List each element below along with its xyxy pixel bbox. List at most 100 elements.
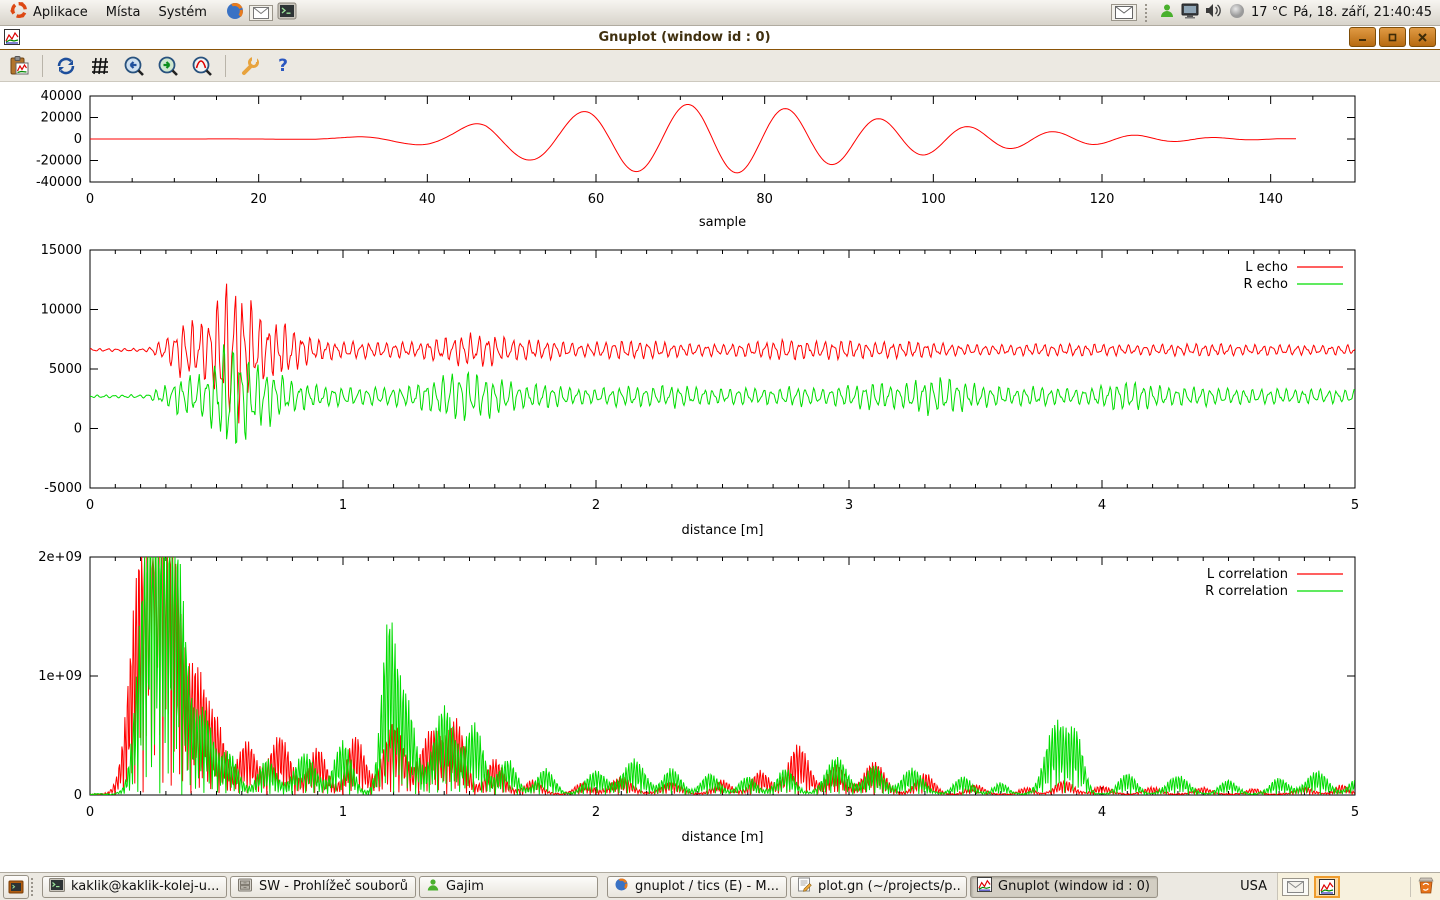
volume-icon[interactable] [1205,3,1223,22]
system-menu-label: Systém [158,5,206,20]
task-button-firefox[interactable]: gnuplot / tics (E) - M... [607,876,787,898]
autoscale-icon[interactable] [189,53,215,79]
applications-menu[interactable]: Aplikace [4,0,98,26]
task-label: SW - Prohlížeč souborů [259,879,408,894]
clock-label[interactable]: Pá, 18. září, 21:40:45 [1293,5,1432,20]
task-button-gnuplot[interactable]: Gnuplot (window id : 0) [970,876,1158,898]
svg-text:3: 3 [845,805,853,820]
places-menu-label: Místa [106,5,141,20]
svg-text:5: 5 [1351,805,1359,820]
toggle-grid-icon[interactable] [87,53,113,79]
panel-launchers [225,1,297,25]
window-title: Gnuplot (window id : 0) [20,30,1349,45]
svg-text:1e+09: 1e+09 [38,669,82,684]
tray-spacer [1345,873,1405,900]
copy-to-clipboard-icon[interactable] [6,53,32,79]
mail-notification-icon[interactable] [1111,4,1137,21]
plots-svg: 020406080100120140-40000-200000200004000… [0,82,1440,872]
firefox-launcher-icon[interactable] [225,1,245,25]
task-button-editor[interactable]: plot.gn (~/projects/p... [790,876,967,898]
task-label: gnuplot / tics (E) - M... [635,879,779,894]
svg-text:4: 4 [1098,498,1106,513]
zoom-previous-icon[interactable] [121,53,147,79]
display-icon[interactable] [1181,3,1199,23]
svg-text:80: 80 [756,192,773,207]
taskbar: kaklik@kaklik-kolej-u... SW - Prohlížeč … [0,872,1440,900]
svg-text:-5000: -5000 [44,481,82,496]
help-icon[interactable]: ? [270,53,296,79]
svg-text:0: 0 [74,132,82,147]
svg-text:1: 1 [339,805,347,820]
toolbar-separator [225,55,226,77]
window-controls [1349,27,1436,47]
svg-text:0: 0 [86,192,94,207]
svg-text:R echo: R echo [1243,277,1288,292]
terminal-icon [49,878,65,896]
svg-text:60: 60 [588,192,605,207]
tray-separator [1410,877,1411,897]
gnuplot-window-icon [4,29,20,45]
user-switcher-icon[interactable] [1159,3,1175,23]
task-label: kaklik@kaklik-kolej-u... [71,879,219,894]
window-titlebar[interactable]: Gnuplot (window id : 0) [0,25,1440,50]
svg-text:10000: 10000 [41,303,82,318]
svg-text:-40000: -40000 [36,175,82,190]
svg-text:0: 0 [74,788,82,803]
svg-text:sample: sample [699,215,746,230]
panel-handle[interactable] [1145,4,1151,22]
close-button[interactable] [1409,27,1436,47]
tray-gnuplot-icon[interactable] [1314,876,1340,898]
svg-text:-20000: -20000 [36,154,82,169]
svg-text:4: 4 [1098,805,1106,820]
gnuplot-icon [977,877,992,896]
svg-text:distance [m]: distance [m] [681,523,763,538]
panel-menus: Aplikace Místa Systém [0,0,297,26]
places-menu[interactable]: Místa [100,3,151,23]
gajim-icon [426,878,440,896]
svg-text:20000: 20000 [41,111,82,126]
svg-text:40000: 40000 [41,89,82,104]
terminal-launcher-icon[interactable] [277,2,297,24]
settings-icon[interactable] [236,53,262,79]
taskbar-handle[interactable] [31,878,37,896]
applications-menu-label: Aplikace [33,5,88,20]
svg-text:distance [m]: distance [m] [681,830,763,845]
zoom-next-icon[interactable] [155,53,181,79]
maximize-button[interactable] [1379,27,1406,47]
mail-launcher-icon[interactable] [249,5,273,21]
task-label: plot.gn (~/projects/p... [818,879,960,894]
svg-text:L correlation: L correlation [1207,567,1288,582]
panel-status-area: 17 °C Pá, 18. září, 21:40:45 [1111,3,1440,23]
chart-waveform: 020406080100120140-40000-200000200004000… [36,89,1355,230]
svg-text:15000: 15000 [41,243,82,258]
svg-text:0: 0 [86,805,94,820]
svg-text:2e+09: 2e+09 [38,550,82,565]
tray-mail-icon[interactable] [1282,878,1309,896]
toolbar-separator [42,55,43,77]
firefox-icon [614,877,629,896]
svg-text:3: 3 [845,498,853,513]
task-button-file-manager[interactable]: SW - Prohlížeč souborů [230,876,416,898]
system-menu[interactable]: Systém [152,3,216,23]
svg-text:1: 1 [339,498,347,513]
gnuplot-toolbar: ? [0,50,1440,82]
gnuplot-canvas[interactable]: 020406080100120140-40000-200000200004000… [0,82,1440,872]
window-selector-button[interactable] [3,875,29,899]
task-button-gajim[interactable]: Gajim [419,876,598,898]
svg-text:140: 140 [1258,192,1283,207]
svg-text:5000: 5000 [49,362,82,377]
weather-moon-icon[interactable] [1229,3,1245,23]
task-label: Gnuplot (window id : 0) [998,879,1150,894]
minimize-button[interactable] [1349,27,1376,47]
svg-text:5: 5 [1351,498,1359,513]
replot-icon[interactable] [53,53,79,79]
keyboard-layout-indicator[interactable]: USA [1230,879,1277,894]
svg-text:40: 40 [419,192,436,207]
notification-tray [1277,873,1440,900]
temperature-label[interactable]: 17 °C [1251,5,1287,20]
ubuntu-logo-icon [10,1,28,23]
trash-icon[interactable] [1416,875,1436,899]
text-editor-icon [797,877,812,896]
task-button-terminal[interactable]: kaklik@kaklik-kolej-u... [42,876,227,898]
svg-text:L echo: L echo [1245,260,1288,275]
